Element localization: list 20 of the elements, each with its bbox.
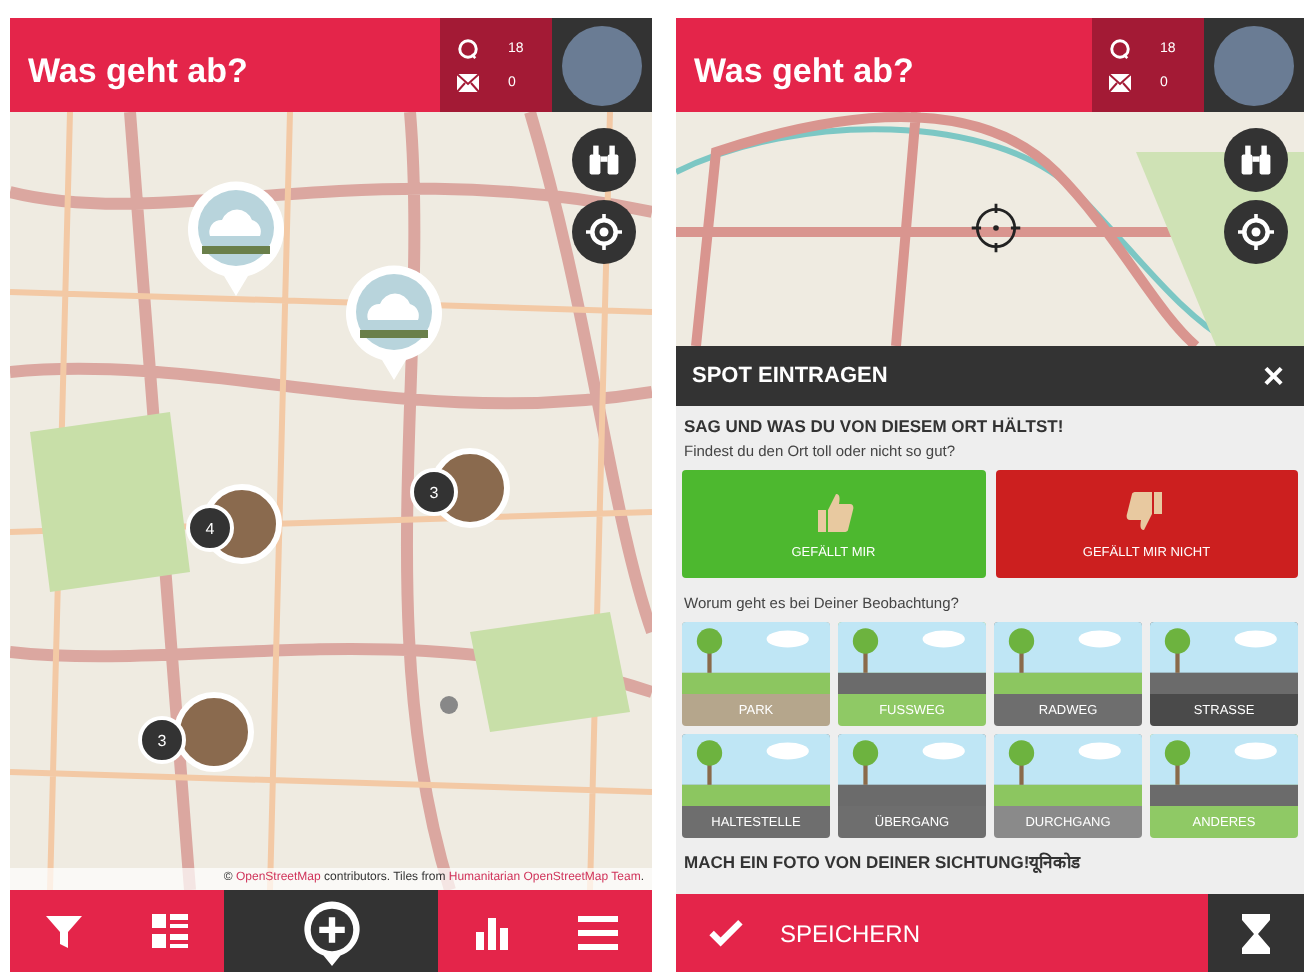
photo-marker[interactable]	[186, 180, 286, 296]
crosshair-icon[interactable]	[968, 200, 1024, 256]
comment-icon[interactable]	[456, 37, 480, 59]
mail-icon[interactable]	[1108, 71, 1132, 93]
hourglass-icon[interactable]	[1236, 913, 1276, 953]
comment-icon[interactable]	[1108, 37, 1132, 59]
photo-marker[interactable]	[344, 264, 444, 380]
panel-title: SPOT EINTRAGEN	[692, 364, 888, 388]
save-button[interactable]: SPEICHERN	[676, 894, 1208, 972]
mail-icon[interactable]	[456, 71, 480, 93]
filter-icon[interactable]	[43, 911, 84, 951]
menu-icon[interactable]	[578, 911, 619, 951]
close-button[interactable]: ×	[1258, 358, 1288, 394]
app-title: Was geht ab?	[26, 52, 250, 94]
photo-heading: MACH EIN FOTO VON DEINER SICHTUNG!यूनिकोड	[684, 850, 1084, 872]
form-heading: SAG UND WAS DU VON DIESEM ORT HÄLTST!	[684, 416, 1066, 436]
checkmark-icon	[708, 918, 744, 948]
app-title: Was geht ab?	[692, 52, 916, 94]
add-pin-icon[interactable]	[299, 897, 363, 965]
list-icon[interactable]	[150, 911, 191, 951]
